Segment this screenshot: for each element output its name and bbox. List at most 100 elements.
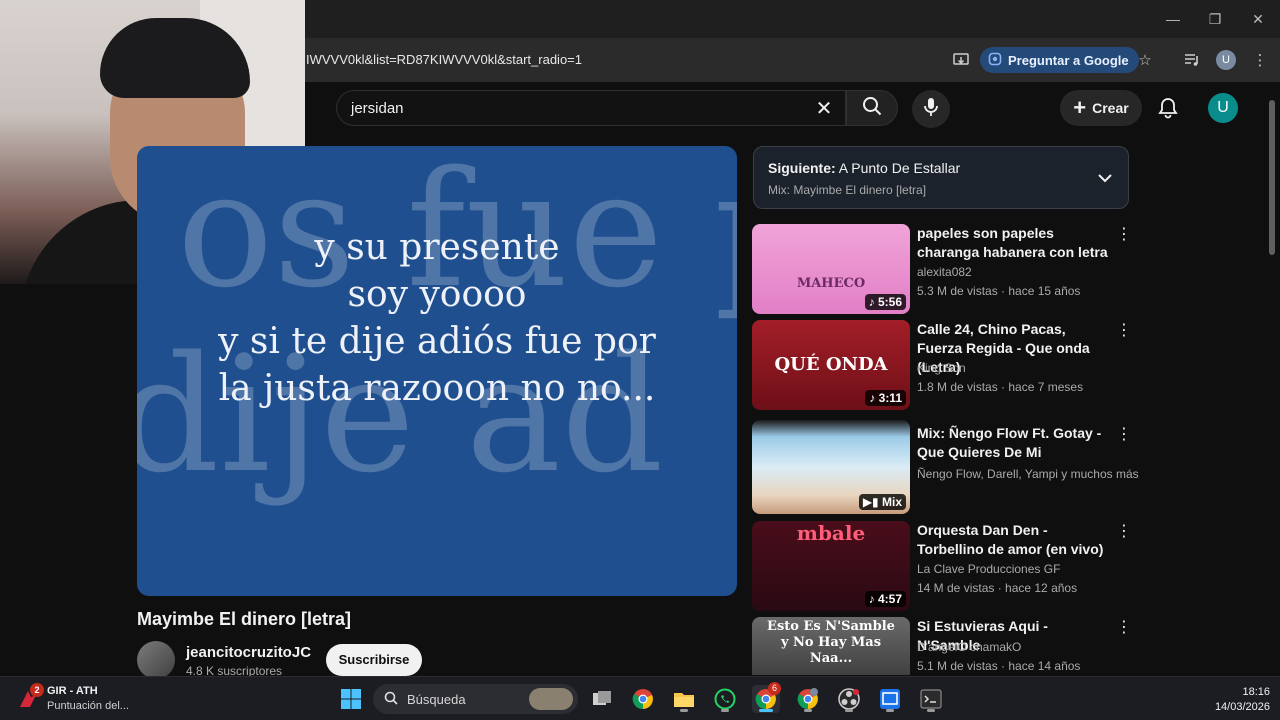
video-title: Mayimbe El dinero [letra] [137, 609, 352, 629]
recommendation-channel: King Son [917, 361, 966, 375]
lyrics-overlay: y su presente soy yoooo y si te dije adi… [137, 224, 737, 412]
up-next-panel[interactable]: Siguiente: A Punto De Estallar Mix: Mayi… [753, 146, 1129, 209]
up-next-title: Siguiente: A Punto De Estallar [768, 160, 960, 176]
scrollbar-thumb[interactable] [1269, 100, 1275, 255]
close-window-icon[interactable]: ✕ [1247, 8, 1269, 30]
clock-date: 14/03/2026 [1214, 701, 1270, 713]
lyric-line: la justa razooon no no... [218, 368, 656, 409]
thumbnail-text: Esto Es N'Samble y No Hay Mas Naa... [767, 619, 895, 666]
more-options-icon[interactable]: ⋮ [1116, 619, 1132, 639]
video-thumbnail[interactable]: mbale ♪ 4:57 [752, 521, 910, 611]
search-input[interactable]: jersidan ✕ [336, 90, 846, 126]
recommendation-item[interactable]: Esto Es N'Samble y No Hay Mas Naa... Si … [752, 617, 1132, 675]
recommendation-meta: 5.1 M de vistas · hace 14 años [917, 659, 1081, 673]
ask-google-label: Preguntar a Google [1008, 52, 1129, 68]
start-icon[interactable] [337, 685, 365, 713]
task-view-icon[interactable] [588, 685, 616, 713]
mix-badge: ▶▮ Mix [858, 494, 906, 510]
system-clock[interactable]: 18:16 14/03/2026 [1188, 685, 1270, 715]
notification-badge: 2 [30, 683, 44, 697]
terminal-icon[interactable] [917, 685, 945, 713]
ask-google-button[interactable]: Preguntar a Google [980, 47, 1139, 73]
recommendation-channel: La Clave Producciones GF [917, 562, 1061, 576]
recommendation-meta: 5.3 M de vistas · hace 15 años [917, 284, 1081, 298]
screen: — ❐ ✕ IWVVV0kl&list=RD87KIWVVV0kl&start_… [0, 0, 1280, 720]
chrome-icon[interactable] [629, 685, 657, 713]
bookmark-star-icon[interactable]: ☆ [1135, 50, 1155, 70]
create-label: Crear [1092, 100, 1129, 116]
search-icon [384, 691, 398, 710]
video-thumbnail[interactable]: Esto Es N'Samble y No Hay Mas Naa... [752, 617, 910, 675]
video-thumbnail[interactable]: QUÉ ONDA ♪ 3:11 [752, 320, 910, 410]
file-explorer-icon[interactable] [670, 685, 698, 713]
search-highlight-image [529, 688, 573, 710]
channel-avatar[interactable] [137, 641, 175, 679]
whatsapp-icon[interactable] [711, 685, 739, 713]
taskbar-search-label: Búsqueda [407, 692, 466, 707]
subscribe-button[interactable]: Suscribirse [326, 644, 422, 676]
lyric-line: y si te dije adiós fue por [218, 321, 656, 362]
recommendation-channel: Ñengo Flow, Darell, Yampi y muchos más [917, 467, 1139, 481]
address-bar[interactable]: IWVVV0kl&list=RD87KIWVVV0kl&start_radio=… [306, 52, 582, 67]
lyric-line: y su presente [314, 227, 560, 268]
restore-icon[interactable]: ❐ [1204, 8, 1226, 30]
recommendation-meta: 14 M de vistas · hace 12 años [917, 581, 1078, 595]
recommendation-item[interactable]: mbale ♪ 4:57 Orquesta Dan Den - Torbelli… [752, 521, 1132, 611]
video-thumbnail[interactable]: MAHECO ♪ 5:56 [752, 224, 910, 314]
video-duration: ♪ 4:57 [864, 591, 906, 607]
recommendation-meta: 1.8 M de vistas · hace 7 meses [917, 380, 1084, 394]
channel-name[interactable]: jeancitocruzitoJC [186, 644, 311, 661]
install-app-icon[interactable] [951, 50, 971, 70]
more-options-icon[interactable]: ⋮ [1116, 523, 1132, 543]
microphone-icon [923, 97, 939, 122]
more-options-icon[interactable]: ⋮ [1116, 322, 1132, 342]
chrome-badge: 6 [768, 682, 781, 695]
recommendation-item[interactable]: QUÉ ONDA ♪ 3:11 Calle 24, Chino Pacas, F… [752, 320, 1132, 410]
recommendation-title[interactable]: Orquesta Dan Den - Torbellino de amor (e… [917, 521, 1112, 559]
search-button[interactable] [846, 90, 898, 126]
video-player[interactable]: os fue p dije ad y su presente soy yoooo… [137, 146, 737, 596]
widgets-button[interactable]: 2 GIR - ATH Puntuación del... [16, 683, 156, 717]
video-duration: ♪ 3:11 [865, 390, 906, 406]
recommendation-item[interactable]: MAHECO ♪ 5:56 papeles son papeles charan… [752, 224, 1132, 314]
minimize-icon[interactable]: — [1162, 8, 1184, 30]
clock-time: 18:16 [1242, 686, 1270, 698]
thumbnail-text: MAHECO [796, 276, 866, 291]
more-options-icon[interactable]: ⋮ [1116, 226, 1132, 246]
widget-subtitle: Puntuación del... [47, 700, 129, 712]
thumbnail-text: mbale [796, 521, 866, 545]
notifications-bell-icon[interactable] [1155, 95, 1181, 121]
google-lens-icon [988, 52, 1002, 69]
video-duration: ♪ 5:56 [864, 294, 906, 310]
taskbar: 2 GIR - ATH Puntuación del... Búsqueda 6… [0, 676, 1280, 720]
search-query[interactable]: jersidan [351, 100, 404, 117]
recommendation-channel: alexita082 [917, 265, 972, 279]
obs-icon[interactable] [835, 685, 863, 713]
app-window-icon[interactable] [876, 685, 904, 713]
plus-icon: + [1073, 95, 1087, 120]
clear-search-icon[interactable]: ✕ [811, 96, 837, 122]
recommendation-title[interactable]: Mix: Ñengo Flow Ft. Gotay - Que Quieres … [917, 424, 1112, 462]
recommendation-title[interactable]: papeles son papeles charanga habanera co… [917, 224, 1112, 262]
video-thumbnail[interactable]: ▶▮ Mix [752, 420, 910, 514]
more-options-icon[interactable]: ⋮ [1116, 426, 1132, 446]
account-avatar[interactable]: U [1208, 93, 1238, 123]
recommendation-item[interactable]: ▶▮ Mix Mix: Ñengo Flow Ft. Gotay - Que Q… [752, 420, 1139, 514]
voice-search-button[interactable] [912, 90, 950, 128]
taskbar-search[interactable]: Búsqueda [373, 684, 578, 714]
chrome-profile-icon[interactable] [794, 685, 822, 713]
media-queue-icon[interactable] [1182, 50, 1202, 70]
up-next-video: A Punto De Estallar [838, 160, 961, 176]
browser-profile-avatar[interactable]: U [1216, 50, 1236, 70]
lyric-line: soy yoooo [347, 274, 527, 315]
up-next-prefix: Siguiente: [768, 160, 836, 176]
chevron-down-icon[interactable] [1094, 167, 1116, 189]
mix-label: Mix: Mayimbe El dinero [letra] [768, 183, 927, 197]
thumbnail-text: QUÉ ONDA [774, 354, 888, 375]
browser-menu-icon[interactable]: ⋮ [1250, 50, 1270, 70]
recommendation-channel: D'angelO chamakO [917, 640, 1022, 654]
search-icon [862, 96, 882, 121]
widget-title: GIR - ATH [47, 685, 98, 697]
chrome-active-icon[interactable]: 6 [752, 682, 781, 713]
create-button[interactable]: + Crear [1060, 90, 1142, 126]
